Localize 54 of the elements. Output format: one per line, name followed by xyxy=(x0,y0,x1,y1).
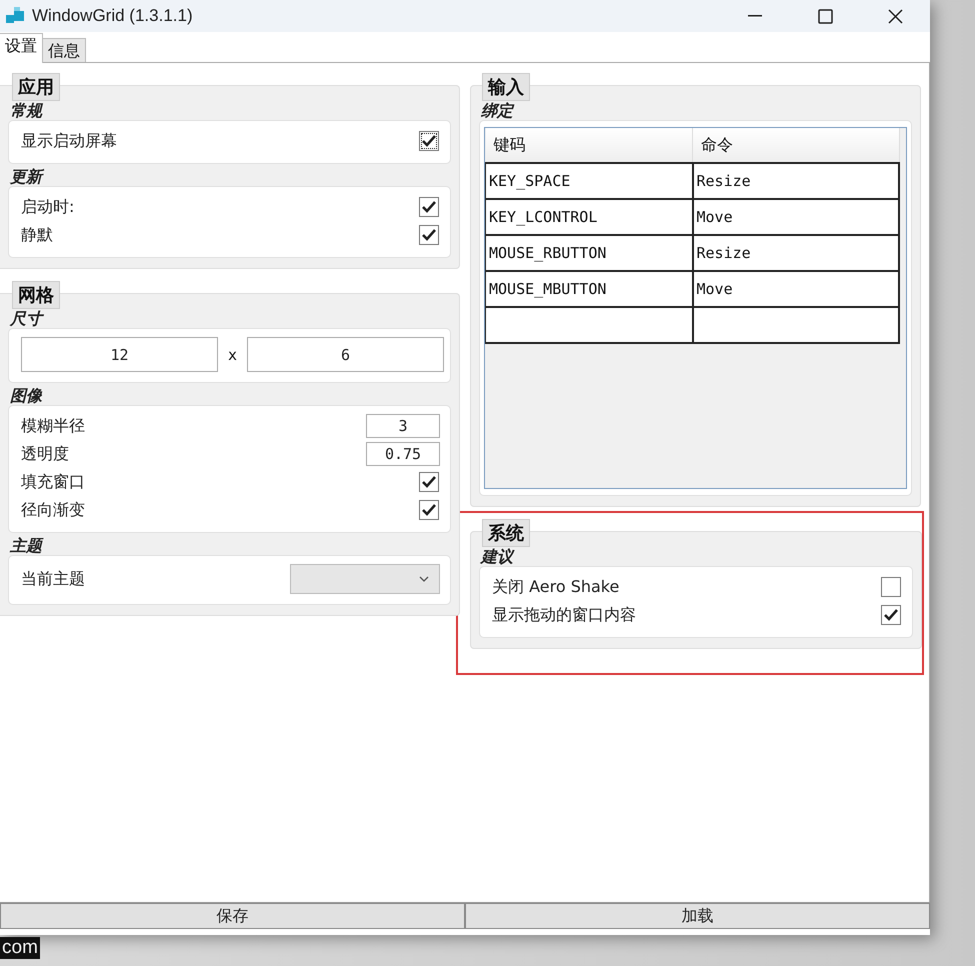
option-label: 显示启动屏幕 xyxy=(21,130,117,152)
width-field[interactable]: 12 xyxy=(21,337,218,372)
column-header[interactable]: 键码 xyxy=(486,128,692,163)
table-cell: MOUSE_MBUTTON xyxy=(486,271,692,307)
field-label: 模糊半径 xyxy=(21,416,85,436)
table-cell: Move xyxy=(692,199,899,235)
option-label: 径向渐变 xyxy=(21,500,85,520)
close-icon xyxy=(888,8,902,24)
option-label: 填充窗口 xyxy=(21,472,85,492)
group-title: 网格 xyxy=(12,281,60,309)
desktop-text: com xyxy=(0,937,40,959)
option-label: 静默 xyxy=(21,224,53,246)
checkbox[interactable] xyxy=(419,197,439,217)
window-title: WindowGrid (1.3.1.1) xyxy=(32,6,194,26)
table-cell: KEY_SPACE xyxy=(486,163,692,199)
section-title: 建议 xyxy=(481,548,513,566)
section-title: 主题 xyxy=(10,537,42,555)
table-cell: Resize xyxy=(692,235,899,271)
checkbox[interactable] xyxy=(419,131,439,151)
section-title: 更新 xyxy=(10,168,42,186)
table-cell: Resize xyxy=(692,163,899,199)
minimize-icon xyxy=(748,15,762,17)
table-cell: KEY_LCONTROL xyxy=(486,199,692,235)
section-title: 尺寸 xyxy=(10,310,42,328)
chevron-icon xyxy=(419,576,429,582)
times-sign: x xyxy=(227,346,238,364)
number-field[interactable]: 0.75 xyxy=(366,442,440,466)
app-icon xyxy=(6,7,26,25)
action-button[interactable]: 加载 xyxy=(465,903,930,929)
tab[interactable]: 设置 xyxy=(0,33,43,63)
section-title: 图像 xyxy=(10,387,42,405)
group-title: 应用 xyxy=(12,73,60,101)
table-cell: MOUSE_RBUTTON xyxy=(486,235,692,271)
column-header[interactable]: 命令 xyxy=(692,128,899,163)
checkbox[interactable] xyxy=(419,500,439,520)
section-title: 绑定 xyxy=(481,102,513,120)
checkbox[interactable] xyxy=(881,577,901,597)
checkbox[interactable] xyxy=(419,472,439,492)
checkbox[interactable] xyxy=(881,605,901,625)
number-field[interactable]: 3 xyxy=(366,414,440,438)
group-title: 系统 xyxy=(482,519,530,547)
field-label: 透明度 xyxy=(21,444,69,464)
tab[interactable]: 信息 xyxy=(42,38,86,62)
section-title: 常规 xyxy=(10,102,42,120)
option-label: 启动时: xyxy=(21,196,74,218)
maximize-icon xyxy=(818,8,832,24)
action-button[interactable]: 保存 xyxy=(0,903,465,929)
option-label: 显示拖动的窗口内容 xyxy=(492,604,636,626)
option-label: 关闭 Aero Shake xyxy=(492,576,620,598)
group-title: 输入 xyxy=(482,73,530,101)
checkbox[interactable] xyxy=(419,225,439,245)
table-cell: Move xyxy=(692,271,899,307)
height-field[interactable]: 6 xyxy=(247,337,444,372)
field-label: 当前主题 xyxy=(21,568,85,590)
